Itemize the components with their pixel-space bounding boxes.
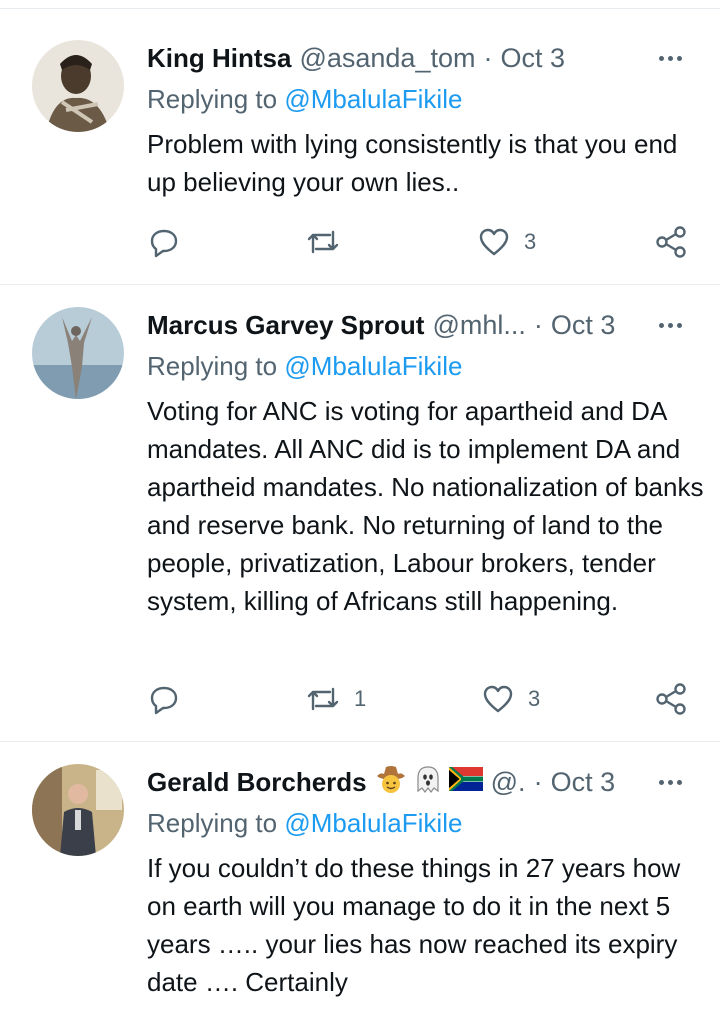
reply-icon [150,686,178,715]
share-button[interactable] [654,679,688,719]
author-name[interactable]: Marcus Garvey Sprout [147,310,424,341]
like-count: 3 [524,229,537,254]
tweet-divider [0,741,720,742]
tweet[interactable]: King Hintsa @asanda_tom · Oct 3 Replying… [0,40,720,280]
more-options-icon[interactable] [652,307,688,343]
timestamp[interactable]: Oct 3 [551,310,616,341]
reply-icon [150,229,178,258]
replying-to: Replying to @MbalulaFikile [147,84,462,115]
timestamp[interactable]: Oct 3 [500,43,565,74]
cowboy-face-emoji [375,764,407,801]
tweet-header: Marcus Garvey Sprout @mhl... · Oct 3 [147,307,667,343]
avatar[interactable] [32,40,124,132]
heart-icon [483,685,513,713]
tweet-actions: 1 3 [0,679,720,719]
mention-link[interactable]: @MbalulaFikile [284,351,462,381]
author-handle[interactable]: @asanda_tom [299,43,475,74]
separator: · [533,766,543,797]
like-button[interactable]: 3 [478,222,536,262]
tweet-divider [0,284,720,285]
timestamp[interactable]: Oct 3 [551,767,616,798]
replying-to: Replying to @MbalulaFikile [147,808,462,839]
separator: · [483,42,493,73]
reply-button[interactable] [148,679,194,719]
retweet-button[interactable] [306,222,354,262]
replying-to-label: Replying to [147,84,278,114]
replying-to-label: Replying to [147,808,278,838]
replying-to: Replying to @MbalulaFikile [147,351,462,382]
avatar[interactable] [32,307,124,399]
tweet[interactable]: Gerald Borcherds @. · Oct 3 Replying to … [0,764,720,1023]
mention-link[interactable]: @MbalulaFikile [284,808,462,838]
tweet-text: Problem with lying consistently is that … [147,129,678,197]
author-name[interactable]: King Hintsa [147,43,291,74]
separator: · [533,309,543,340]
like-button[interactable]: 3 [482,679,540,719]
author-handle[interactable]: @mhl... [432,310,525,341]
retweet-button[interactable]: 1 [306,679,366,719]
share-icon [656,226,686,258]
avatar-image [32,307,124,399]
south-africa-flag-emoji [448,766,483,798]
author-handle[interactable]: @. [491,767,526,798]
retweet-count: 1 [354,686,367,711]
replying-to-label: Replying to [147,351,278,381]
tweet[interactable]: Marcus Garvey Sprout @mhl... · Oct 3 Rep… [0,307,720,727]
tweet-text: Voting for ANC is voting for apartheid a… [147,396,704,616]
retweet-icon [307,230,339,254]
avatar-image [32,40,124,132]
retweet-icon [307,687,339,711]
south-africa-flag-icon [448,766,483,791]
avatar[interactable] [32,764,124,856]
heart-icon [479,228,509,256]
mention-link[interactable]: @MbalulaFikile [284,84,462,114]
tweet-actions: 3 [0,222,720,262]
tweet-header: Gerald Borcherds @. · Oct 3 [147,764,667,800]
tweet-text: If you couldn’t do these things in 27 ye… [147,853,681,997]
ghost-icon [417,765,439,793]
ghost-emoji [415,764,441,801]
more-options-icon[interactable] [652,40,688,76]
avatar-image [32,764,124,856]
tweet-header: King Hintsa @asanda_tom · Oct 3 [147,40,667,76]
like-count: 3 [528,686,541,711]
share-icon [656,683,686,715]
reply-button[interactable] [148,222,194,262]
cowboy-face-icon [376,765,405,793]
top-divider [0,8,720,9]
share-button[interactable] [654,222,688,262]
author-name[interactable]: Gerald Borcherds [147,767,367,798]
more-options-icon[interactable] [652,764,688,800]
